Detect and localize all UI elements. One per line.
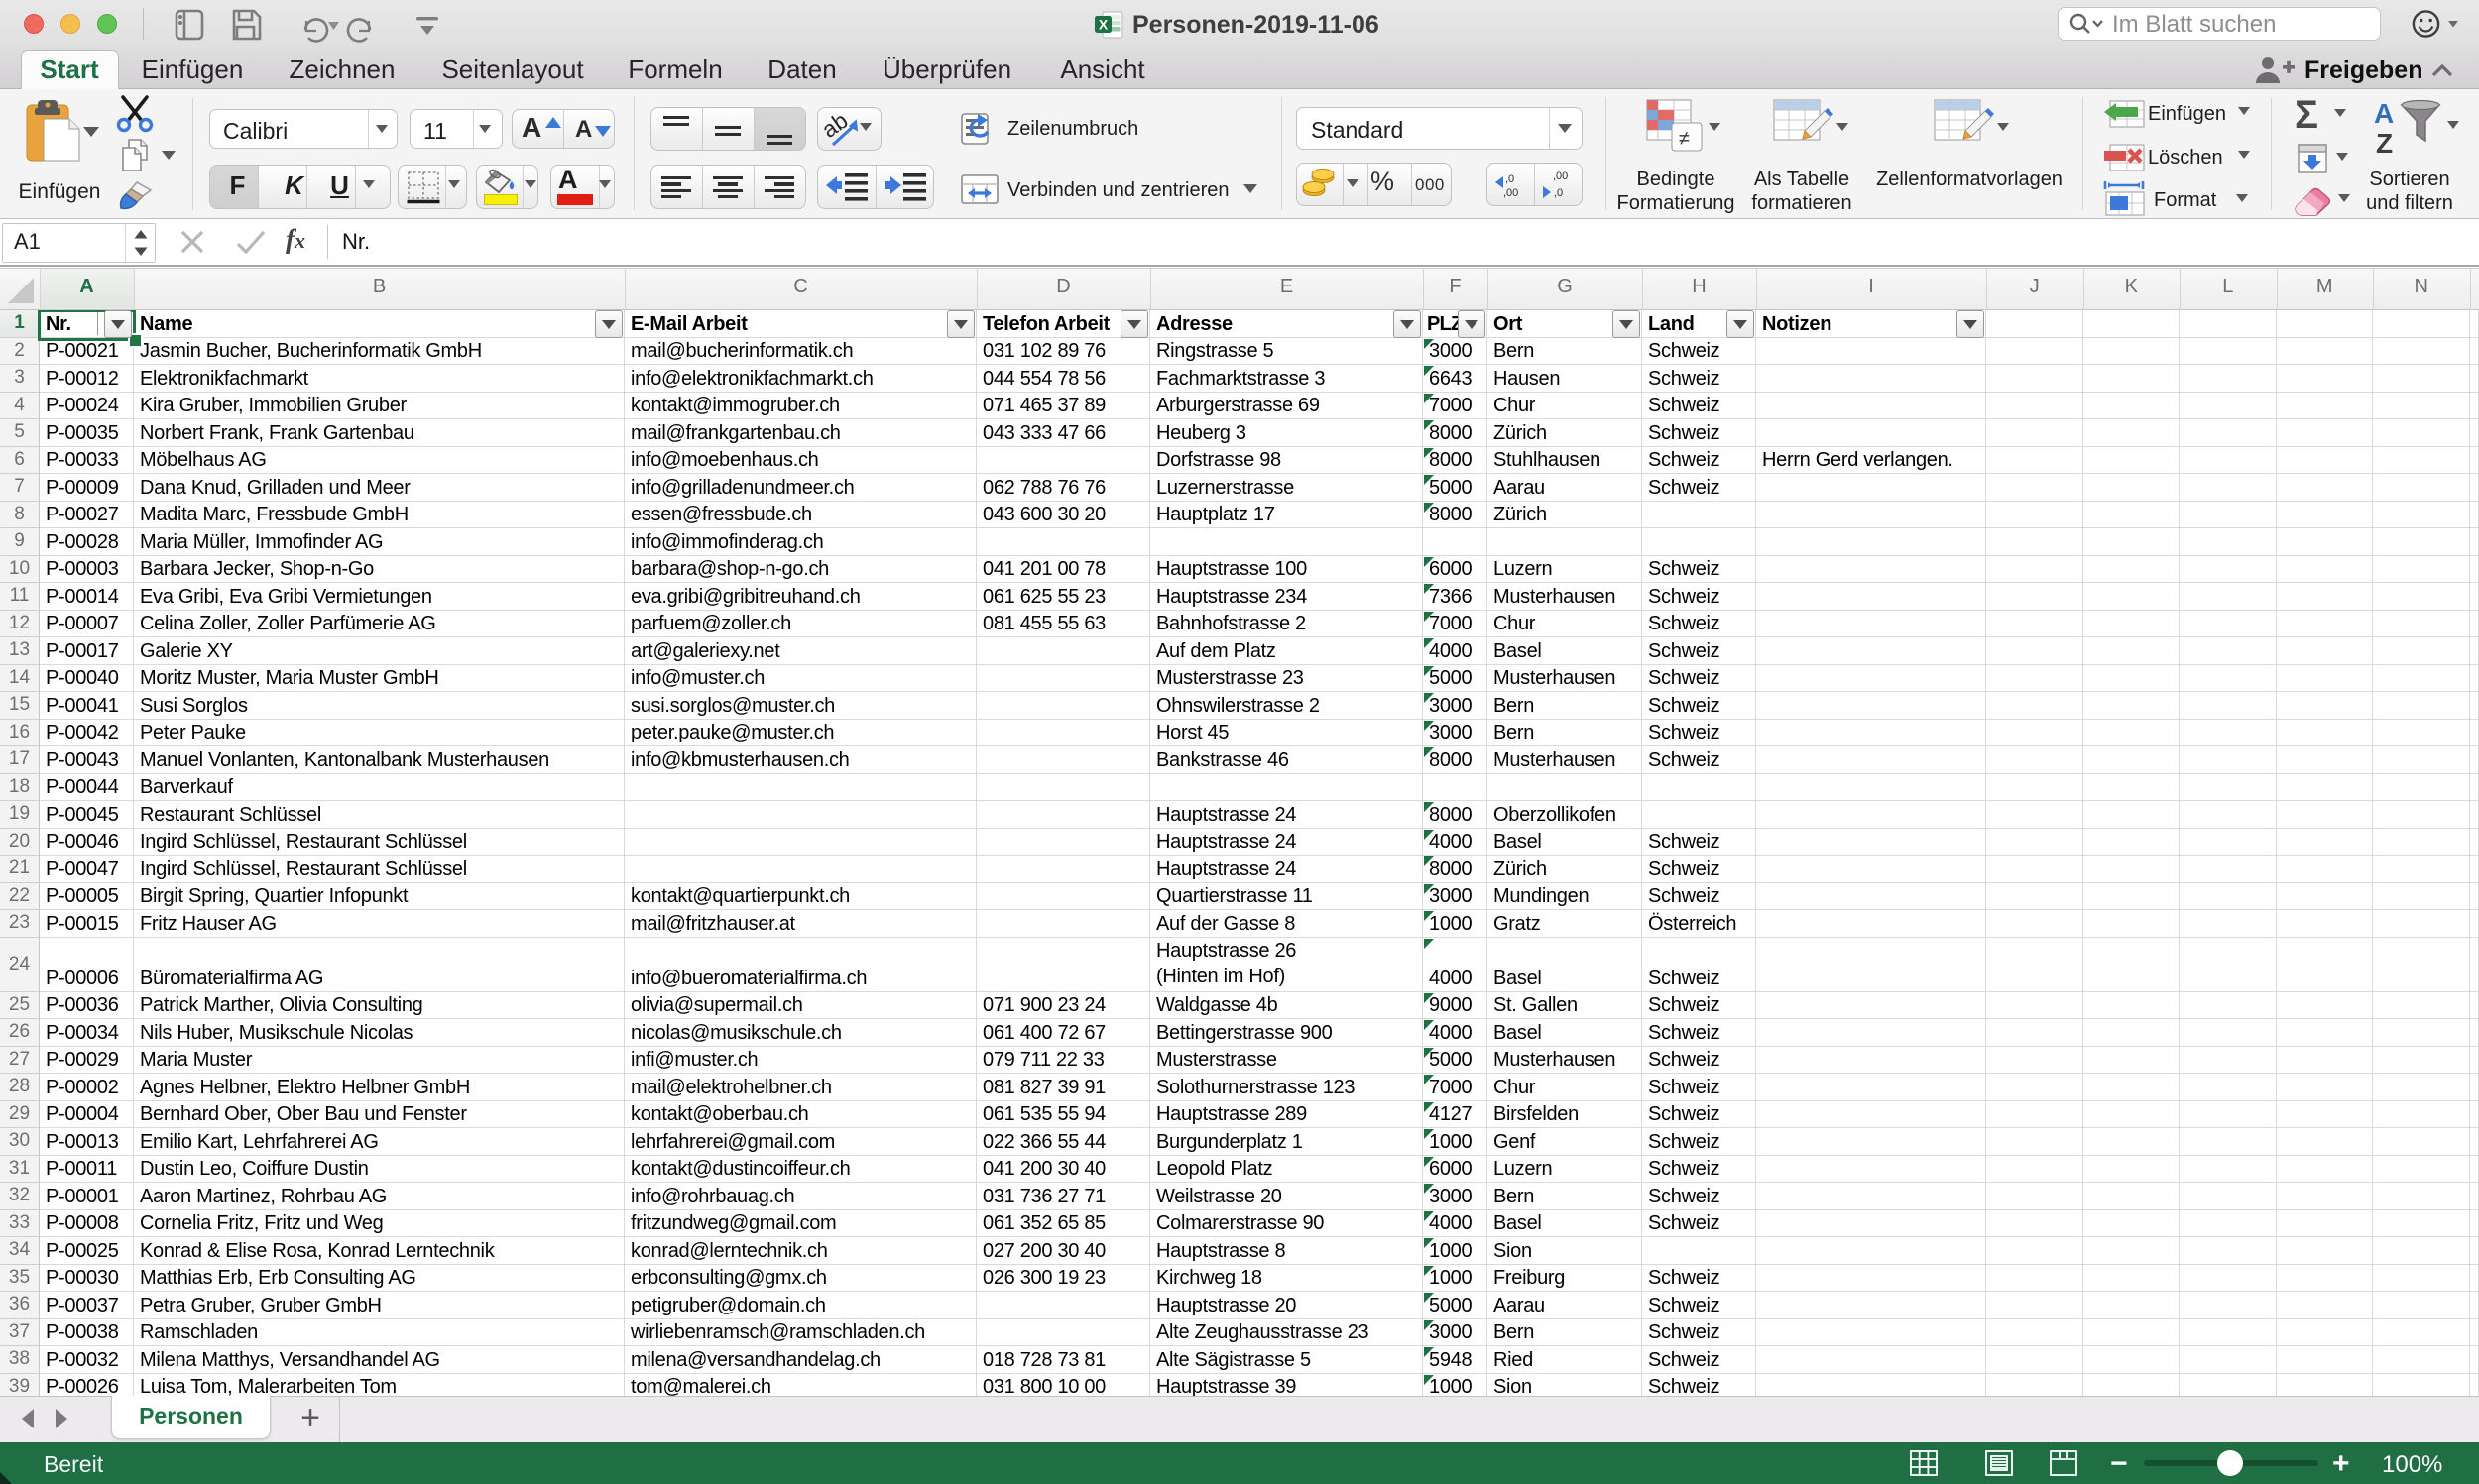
- svg-text:,00: ,00: [1553, 171, 1568, 182]
- svg-text:,0: ,0: [1505, 173, 1514, 185]
- svg-text:Z: Z: [2376, 128, 2393, 159]
- svg-text:A: A: [2374, 98, 2394, 129]
- svg-text:,0: ,0: [1554, 187, 1563, 199]
- svg-text:X: X: [1099, 17, 1109, 33]
- svg-text:≠: ≠: [1679, 128, 1690, 150]
- svg-text:ab: ab: [823, 111, 853, 143]
- svg-text:,00: ,00: [1503, 187, 1518, 199]
